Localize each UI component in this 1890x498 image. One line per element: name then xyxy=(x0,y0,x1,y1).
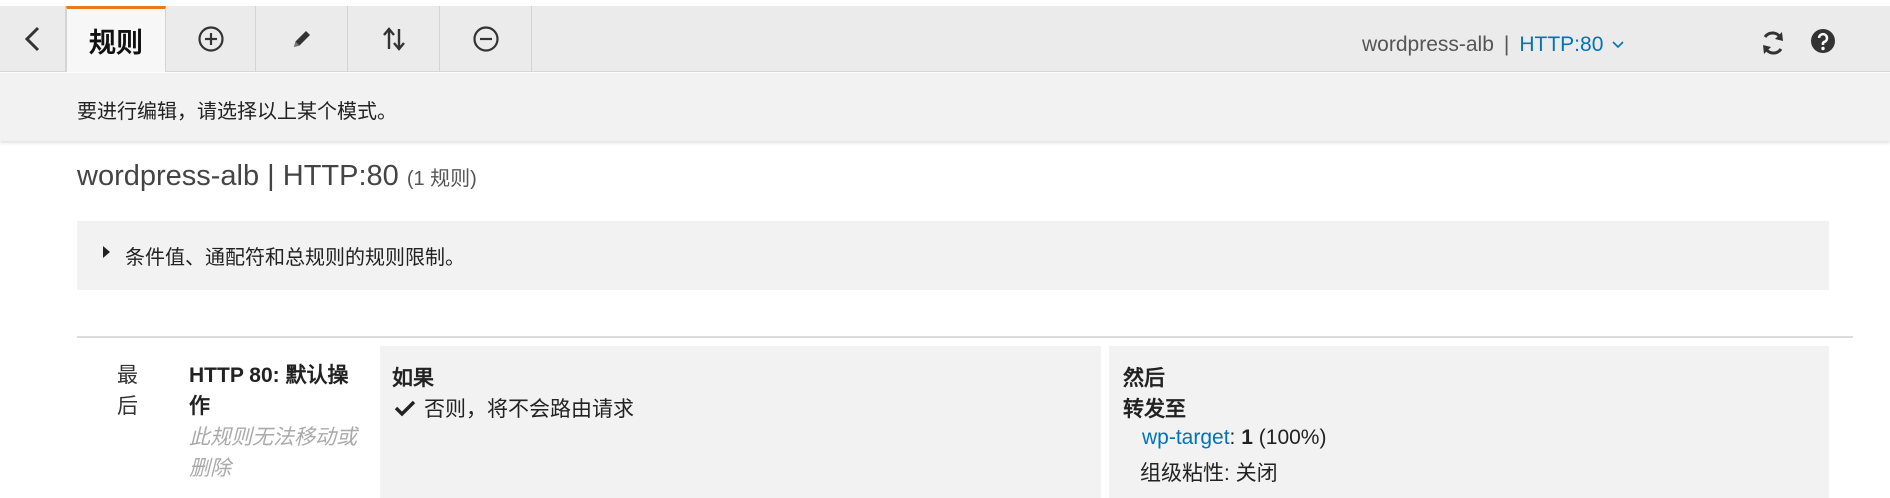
target-percent: (100%) xyxy=(1258,426,1327,449)
rules-toolbar: 规则 wordpress-alb | HTTP:80 xyxy=(0,6,1890,72)
check-icon xyxy=(394,400,416,417)
page-title-text: wordpress-alb | HTTP:80 xyxy=(77,160,399,192)
listener-protocol-dropdown[interactable]: HTTP:80 xyxy=(1519,33,1625,57)
if-conditions-panel: 如果 否则，将不会路由请求 xyxy=(380,346,1101,498)
chevron-left-icon xyxy=(24,26,39,52)
caret-right-icon xyxy=(103,246,110,258)
back-button[interactable] xyxy=(0,6,66,72)
chevron-down-icon xyxy=(1612,41,1624,49)
target-group-link[interactable]: wp-target xyxy=(1142,426,1230,449)
listener-name: wordpress-alb xyxy=(1362,33,1494,56)
target-weight: 1 xyxy=(1241,426,1253,449)
reorder-rules-button[interactable] xyxy=(348,6,440,72)
if-condition: 否则，将不会路由请求 xyxy=(394,393,634,423)
rule-note: 此规则无法移动或删除 xyxy=(189,426,357,480)
divider xyxy=(77,336,1853,338)
rule-limits-expander[interactable]: 条件值、通配符和总规则的规则限制。 xyxy=(77,221,1829,290)
if-heading: 如果 xyxy=(392,367,434,390)
rule-count: (1 规则) xyxy=(406,168,477,190)
listener-protocol: HTTP:80 xyxy=(1519,33,1604,56)
edit-mode-hint-bar: 要进行编辑，请选择以上某个模式。 xyxy=(0,73,1890,141)
minus-circle-icon xyxy=(472,26,499,52)
listener-selector: wordpress-alb | HTTP:80 xyxy=(1362,12,1625,78)
rule-limits-label: 条件值、通配符和总规则的规则限制。 xyxy=(125,247,465,269)
sort-arrows-icon xyxy=(382,27,405,51)
refresh-icon[interactable] xyxy=(1758,28,1788,58)
edit-rules-button[interactable] xyxy=(256,6,348,72)
add-rules-button[interactable] xyxy=(166,6,256,72)
page-title: wordpress-alb | HTTP:80 (1 规则) xyxy=(77,160,477,193)
rule-name: HTTP 80: 默认操作 xyxy=(189,364,349,418)
rule-priority: 最后 xyxy=(117,364,138,418)
plus-circle-icon xyxy=(197,26,224,52)
then-actions-panel: 然后 转发至 wp-target: 1 (100%) 组级粘性: 关闭 xyxy=(1109,346,1829,498)
delete-rules-button[interactable] xyxy=(440,6,532,72)
target-group-line: wp-target: 1 (100%) xyxy=(1142,426,1326,450)
listener-separator: | xyxy=(1503,33,1510,56)
target-colon: : xyxy=(1229,426,1236,449)
pencil-icon xyxy=(293,31,310,47)
edit-mode-hint: 要进行编辑，请选择以上某个模式。 xyxy=(77,101,397,123)
if-condition-text: 否则，将不会路由请求 xyxy=(424,398,634,421)
tab-rules[interactable]: 规则 xyxy=(66,6,166,72)
rule-row: 最后 HTTP 80: 默认操作 此规则无法移动或删除 如果 否则，将不会路由请… xyxy=(77,346,1829,498)
then-heading: 然后 xyxy=(1123,367,1165,390)
help-icon[interactable] xyxy=(1810,28,1836,54)
action-type: 转发至 xyxy=(1123,398,1186,421)
group-stickiness: 组级粘性: 关闭 xyxy=(1140,462,1278,485)
